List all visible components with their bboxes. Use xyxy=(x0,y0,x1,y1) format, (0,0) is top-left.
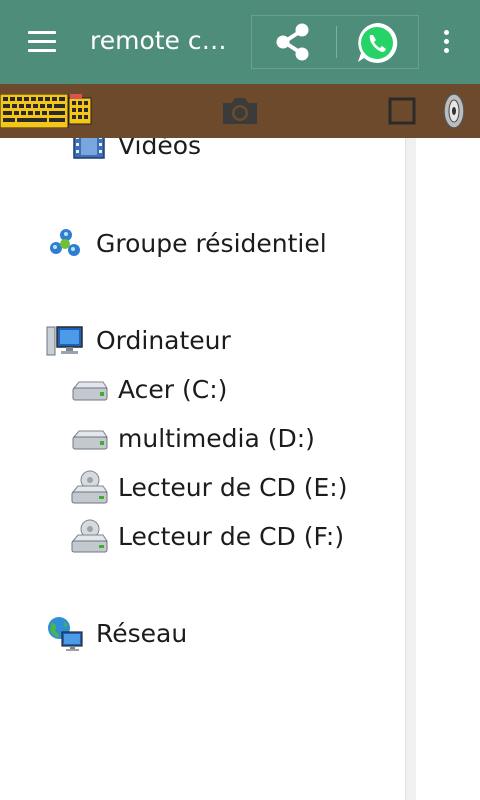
nav-item-drive-d[interactable]: multimedia (D:) xyxy=(70,419,370,459)
nav-item-computer[interactable]: Ordinateur xyxy=(46,321,366,361)
app-bar: remote c… xyxy=(0,0,480,84)
pane-scrollbar[interactable] xyxy=(405,138,416,800)
keyboard-button[interactable] xyxy=(0,93,92,129)
nav-item-homegroup[interactable]: Groupe résidentiel xyxy=(46,224,366,264)
nav-item-label: multimedia (D:) xyxy=(118,424,315,453)
cd-drive-icon xyxy=(71,519,108,553)
nav-item-drive-e[interactable]: Lecteur de CD (E:) xyxy=(70,468,390,508)
screenshot-button[interactable] xyxy=(220,95,260,127)
nav-item-network[interactable]: Réseau xyxy=(46,614,366,654)
speaker-icon xyxy=(443,93,465,129)
action-group xyxy=(251,15,419,69)
whatsapp-button[interactable] xyxy=(352,19,402,67)
explorer-nav-pane: Vidéos Groupe résidentiel Ordinateur Ace… xyxy=(0,138,480,800)
stop-button[interactable] xyxy=(388,97,416,125)
nav-item-label: Vidéos xyxy=(118,138,202,160)
cd-drive-icon xyxy=(71,470,108,504)
video-library-icon xyxy=(73,138,105,159)
app-title: remote c… xyxy=(90,26,227,55)
camera-icon xyxy=(223,98,257,124)
nav-item-videos[interactable]: Vidéos xyxy=(70,138,370,166)
nav-item-drive-c[interactable]: Acer (C:) xyxy=(70,370,370,410)
volume-button[interactable] xyxy=(440,92,466,130)
nav-item-label: Lecteur de CD (F:) xyxy=(118,522,345,551)
homegroup-icon xyxy=(50,229,80,256)
nav-item-label: Groupe résidentiel xyxy=(96,229,327,258)
nav-item-label: Réseau xyxy=(96,619,188,648)
whatsapp-icon xyxy=(358,22,398,63)
nav-item-drive-f[interactable]: Lecteur de CD (F:) xyxy=(70,517,390,557)
nav-item-label: Ordinateur xyxy=(96,326,231,355)
computer-icon xyxy=(46,326,83,356)
hard-drive-icon xyxy=(72,430,108,450)
share-icon xyxy=(276,23,309,61)
nav-item-label: Lecteur de CD (E:) xyxy=(118,473,348,502)
stop-square-icon xyxy=(388,97,416,125)
keyboard-icon xyxy=(0,93,92,129)
remote-toolbar xyxy=(0,84,480,138)
hamburger-menu-icon[interactable] xyxy=(28,31,56,53)
share-button[interactable] xyxy=(268,22,318,62)
nav-item-label: Acer (C:) xyxy=(118,375,228,404)
network-icon xyxy=(48,617,83,651)
hard-drive-icon xyxy=(72,381,108,401)
overflow-menu-button[interactable] xyxy=(436,26,458,58)
action-divider xyxy=(336,26,337,58)
